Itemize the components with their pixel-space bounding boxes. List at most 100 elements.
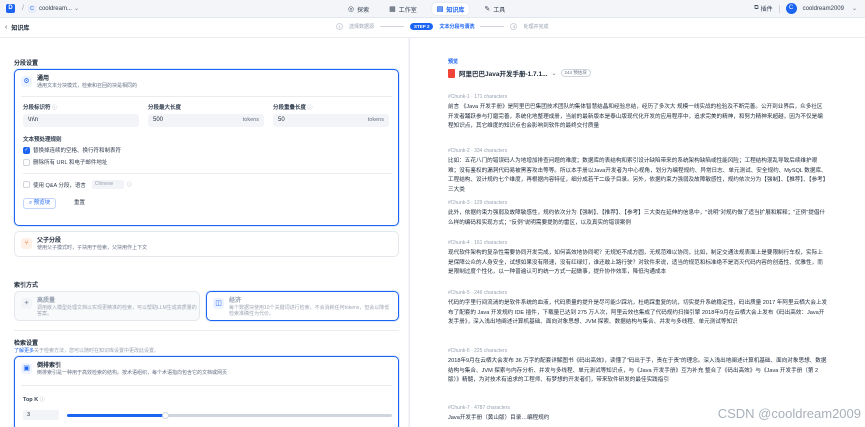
top-k-input[interactable]: 3 [23, 410, 59, 420]
retrieval-section-title: 检索设置 [14, 341, 39, 347]
info-icon[interactable]: ⓘ [40, 397, 45, 403]
nav-tools[interactable]: ✎ 工具 [479, 3, 510, 15]
inverted-index-card[interactable]: ▣ 倒排索引 倒排索引是一种用于高效检索的结构。按术语组织，每个术语指向包含它的… [14, 356, 399, 427]
divider [23, 173, 392, 174]
max-length-label: 分段最大长度 [148, 105, 182, 111]
learn-more-link[interactable]: 了解更多 [14, 348, 34, 354]
index-section-title: 索引方式 [14, 283, 39, 289]
high-quality-title: 高质量 [37, 298, 56, 304]
nav-explore-label: 探索 [357, 7, 370, 14]
chunk-item: #Chunk-2 · 334 characters 比如：五花八门的错误码人为地… [448, 148, 828, 195]
max-length-value: 500 [153, 117, 164, 123]
nav-knowledge[interactable]: ▤ 知识库 [431, 3, 470, 15]
user-area: ⧉ 插件 C cooldream2009 ⌄ [754, 3, 857, 14]
reset-button[interactable]: 重置 [69, 198, 90, 209]
workspace-avatar[interactable]: C [27, 4, 36, 13]
preview-chunks-label: 预览块 [33, 200, 51, 206]
back-arrow-icon[interactable]: ‹ [5, 24, 7, 31]
economy-index-card[interactable]: ◫ 经济 每个数据块使用10个关键词进行检索，不会消耗任何tokens，但会以降… [206, 291, 399, 321]
economy-desc: 每个数据块使用10个关键词进行检索，不会消耗任何tokens，但会以降低检索准确… [229, 305, 390, 317]
nav-studio[interactable]: ▦ 工作室 [384, 3, 422, 15]
top-navigation-bar: D / C cooldream... ⌄ ◎ 探索 ▦ 工作室 ▤ 知识库 ✎ … [0, 0, 865, 18]
delimiter-label-text: 分段标识符 [23, 105, 51, 111]
workspace-name[interactable]: cooldream... [39, 6, 72, 12]
checkbox-unchecked[interactable] [23, 181, 30, 188]
step-3-label: 处理并完成 [523, 24, 549, 30]
chunk-item: #Chunk-6 · 225 characters 2018年9月在云栖大会发布… [448, 348, 828, 386]
dify-logo-icon[interactable]: D [6, 4, 15, 13]
watermark: CSDN @cooldream2009 [717, 406, 861, 421]
chunk-header: #Chunk-6 · 225 characters [448, 348, 508, 354]
compass-icon: ◎ [348, 6, 355, 13]
max-length-input[interactable]: 500 tokens [148, 114, 264, 127]
nav-tools-label: 工具 [493, 7, 506, 14]
delimiter-input[interactable]: \n\n [23, 114, 139, 127]
chunk-preview-panel: 预览 阿里巴巴Java开发手册-1.7.1... ⌄ 244 预估块 #Chun… [409, 38, 865, 427]
inverted-index-desc: 倒排索引是一种用于高效检索的结构。按术语组织，每个术语指向包含它的文档或网页 [37, 370, 228, 376]
general-chunk-card[interactable]: ⚙ 通用 通用文本分块模式，检索和召回的块是相同的 分段标识符 ⓘ \n\n 分… [14, 69, 399, 226]
divider [778, 4, 780, 13]
general-card-title: 通用 [37, 76, 50, 82]
parent-child-chunk-card[interactable]: ⑂ 父子分段 使用父子模式时，子块用于检索，父块用作上下文 [14, 231, 399, 257]
inverted-index-header: ▣ 倒排索引 倒排索引是一种用于高效检索的结构。按术语组织，每个术语指向包含它的… [21, 363, 227, 376]
chevron-down-icon[interactable]: ⌄ [552, 70, 557, 77]
info-icon[interactable]: ⓘ [52, 105, 57, 111]
info-icon[interactable]: ⓘ [308, 105, 313, 111]
main-nav: ◎ 探索 ▦ 工作室 ▤ 知识库 ✎ 工具 [343, 3, 510, 15]
top-k-slider[interactable] [67, 412, 392, 419]
step-1-label: 选择数据源 [349, 24, 375, 30]
nav-explore[interactable]: ◎ 探索 [343, 3, 374, 15]
rule-replace-spaces[interactable]: ✓ 替换掉连续的空格、换行符和制表符 [23, 146, 121, 154]
chevron-down-icon[interactable]: ⌄ [852, 5, 857, 12]
parent-child-card-title: 父子分段 [37, 238, 62, 244]
info-icon[interactable]: ⓘ [127, 181, 132, 188]
qa-segmentation-option[interactable]: 使用 Q&A 分段，语言 Chinese ⓘ [23, 180, 132, 189]
nav-studio-label: 工作室 [398, 7, 417, 14]
document-selector[interactable]: 阿里巴巴Java开发手册-1.7.1... ⌄ 244 预估块 [448, 68, 591, 78]
step-connector [380, 26, 405, 27]
high-quality-index-card[interactable]: ✦ 高质量 调用嵌入模型处理文档以实现更精准的检索，可以帮助LLM生成高质量的答… [14, 291, 200, 321]
preview-chunks-button[interactable]: ⌕ 预览块 [23, 198, 57, 209]
chunk-item: #Chunk-3 · 129 characters 此外，依据约束力强弱及故障敏… [448, 200, 828, 228]
settings-panel: 分段设置 ⚙ 通用 通用文本分块模式，检索和召回的块是相同的 分段标识符 ⓘ \… [0, 38, 408, 427]
chunk-item: #Chunk-1 · 171 characters 前言 《Java 开发手册》… [448, 94, 828, 132]
step-2-label: 文本分段与清洗 [439, 24, 475, 30]
high-quality-header: ✦ 高质量 调用嵌入模型处理文档以实现更精准的检索，可以帮助LLM生成高质量的答… [21, 298, 197, 317]
checkbox-unchecked[interactable] [23, 158, 30, 166]
language-select[interactable]: Chinese [91, 180, 124, 189]
chunk-text: 前言 《Java 开发手册》是阿里巴巴集团技术团队的集体智慧结晶和经验总结，经历… [448, 104, 823, 129]
step-connector [480, 26, 505, 27]
checkbox-checked[interactable]: ✓ [23, 146, 30, 154]
chunk-text: 比如：五花八门的错误码人为地增加排查问题的难度；数据库的表结构和索引设计缺陷带来… [448, 158, 827, 193]
step-2-badge: STEP 2 [410, 23, 434, 30]
hierarchy-icon: ⑂ [21, 238, 32, 249]
step-indicator: 1 选择数据源 STEP 2 文本分段与清洗 3 处理并完成 [336, 23, 548, 30]
economy-title: 经济 [229, 298, 242, 304]
top-k-slider-fill [67, 414, 165, 417]
plugins-button[interactable]: ⧉ 插件 [754, 4, 772, 13]
retrieval-helper-text: 了解更多关于检索方法，您可以随时在知识库设置中更改此设置。 [14, 347, 159, 354]
general-card-header: ⚙ 通用 通用文本分块模式，检索和召回的块是相同的 [21, 76, 137, 89]
chunk-header: #Chunk-5 · 246 characters [448, 290, 508, 296]
parent-child-card-desc: 使用父子模式时，子块用于检索，父块用作上下文 [37, 245, 148, 251]
general-card-desc: 通用文本分块模式，检索和召回的块是相同的 [37, 83, 138, 89]
top-k-label-text: Top K [23, 397, 39, 403]
chevron-down-icon[interactable]: ⌄ [74, 5, 79, 12]
star-icon: ✦ [21, 298, 32, 309]
document-name: 阿里巴巴Java开发手册-1.7.1... [459, 71, 548, 78]
grid-icon: ▦ [389, 6, 396, 13]
chunk-header: #Chunk-2 · 334 characters [448, 148, 508, 154]
settings-icon: ⚙ [21, 76, 32, 87]
user-name[interactable]: cooldream2009 [803, 6, 844, 12]
pdf-file-icon [448, 68, 455, 78]
overlap-label: 分段重叠长度 ⓘ [273, 103, 313, 111]
avatar[interactable]: C [785, 3, 797, 14]
chunk-header: #Chunk-4 · 161 characters [448, 240, 508, 246]
overlap-value: 50 [278, 117, 285, 123]
divider [21, 96, 392, 97]
overlap-input[interactable]: 50 tokens [273, 114, 389, 127]
rule-remove-urls[interactable]: 删除所有 URL 和电子邮件地址 [23, 158, 107, 166]
chunk-header: #Chunk-3 · 129 characters [448, 200, 508, 206]
top-k-slider-handle[interactable] [161, 412, 169, 419]
overlap-unit: tokens [367, 117, 384, 123]
